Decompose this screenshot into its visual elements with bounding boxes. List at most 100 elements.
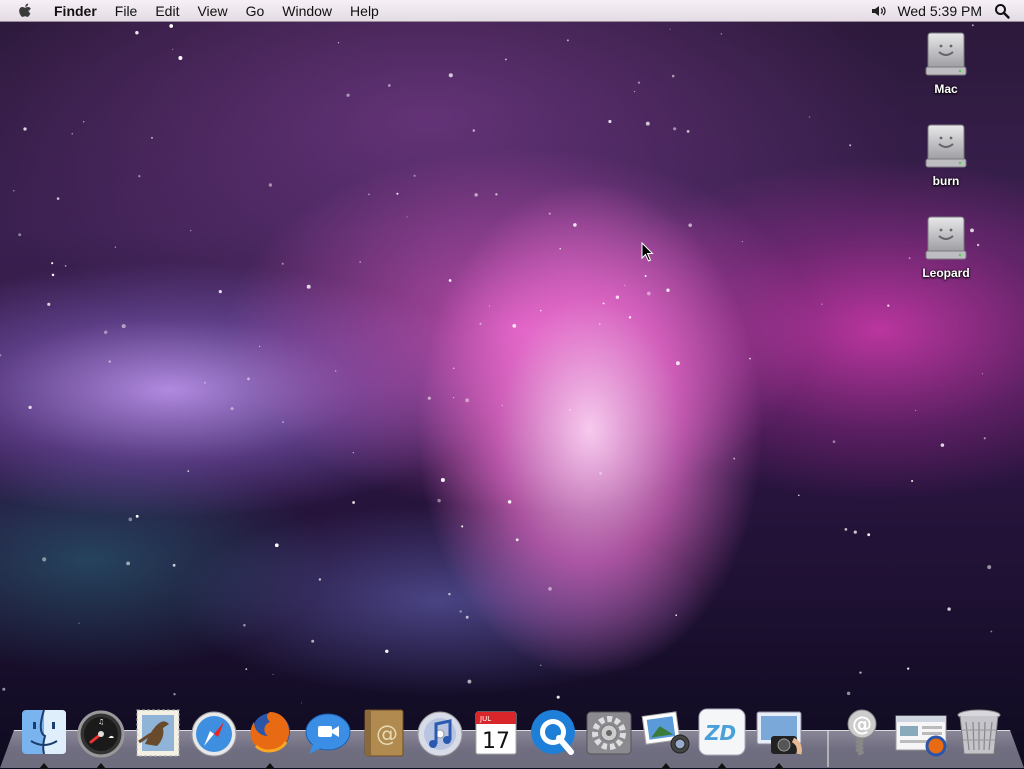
dock-safari[interactable] <box>188 706 240 764</box>
star <box>675 614 678 617</box>
running-indicator <box>265 763 275 769</box>
dock-itunes[interactable] <box>414 706 466 764</box>
dock-photo-booth[interactable] <box>753 706 805 769</box>
star <box>352 452 354 454</box>
desktop-icon-label: Leopard <box>922 266 970 280</box>
running-indicator <box>661 763 671 769</box>
star <box>488 305 491 307</box>
star <box>673 127 677 131</box>
star <box>688 223 692 227</box>
star <box>318 578 322 581</box>
star <box>507 500 512 504</box>
star <box>556 695 560 699</box>
star <box>887 304 890 307</box>
star <box>832 440 836 444</box>
star <box>18 233 22 237</box>
dock-downloads-stack[interactable] <box>894 706 947 764</box>
star <box>51 273 55 277</box>
menu-finder[interactable]: Finder <box>54 0 106 22</box>
star <box>474 193 478 197</box>
dock-iphoto[interactable] <box>640 706 692 769</box>
speaker-icon[interactable] <box>871 3 889 19</box>
dock-divider[interactable] <box>827 731 829 767</box>
star <box>282 421 284 423</box>
menu-go[interactable]: Go <box>237 0 274 22</box>
star <box>646 291 651 296</box>
star <box>230 407 234 411</box>
star <box>258 345 261 348</box>
star <box>245 668 248 670</box>
desktop-icon-leopard[interactable]: Leopard <box>901 214 991 280</box>
star <box>440 477 445 483</box>
menubar-clock[interactable]: Wed 5:39 PM <box>889 3 994 19</box>
star <box>448 592 451 596</box>
star <box>914 409 917 412</box>
menu-help[interactable]: Help <box>341 0 388 22</box>
star <box>108 360 111 363</box>
star <box>352 501 355 504</box>
star <box>243 623 246 627</box>
desktop-icon-burn[interactable]: burn <box>901 122 991 188</box>
star <box>51 262 54 265</box>
star <box>172 563 176 567</box>
star <box>413 174 416 177</box>
dock-zd[interactable]: ZD <box>696 706 748 769</box>
star <box>23 127 27 131</box>
dock-mail-stack[interactable]: @ <box>836 706 888 764</box>
star <box>859 671 862 674</box>
star <box>42 557 47 562</box>
star <box>472 129 476 132</box>
star <box>387 84 391 87</box>
ichat-bubble-icon <box>305 713 351 754</box>
star <box>608 119 612 124</box>
running-indicator <box>96 763 106 769</box>
dock-finder[interactable] <box>18 706 70 769</box>
wallpaper-stars <box>0 24 993 704</box>
menu-window[interactable]: Window <box>273 0 341 22</box>
star <box>187 470 190 472</box>
star <box>467 679 472 684</box>
dock-ichat[interactable] <box>301 706 353 764</box>
apple-icon[interactable] <box>18 1 38 21</box>
svg-text:@: @ <box>376 722 398 747</box>
menu-view[interactable]: View <box>188 0 236 22</box>
menu-file[interactable]: File <box>106 0 147 22</box>
dock-quicktime[interactable] <box>527 706 579 764</box>
star <box>448 279 452 282</box>
dock-dashboard[interactable]: ♫ ☁ <box>75 706 127 769</box>
ical-calendar-icon: JUL 17 <box>475 711 517 755</box>
firefox-icon <box>250 712 290 753</box>
star <box>867 533 871 537</box>
star <box>846 691 851 696</box>
desktop-icon-mac[interactable]: Mac <box>901 30 991 96</box>
star <box>453 367 455 369</box>
star <box>720 33 723 35</box>
star <box>300 702 303 704</box>
mouse-pointer-icon <box>641 242 654 262</box>
star <box>669 28 671 30</box>
star <box>56 197 60 200</box>
magnifier-icon[interactable] <box>994 1 1014 21</box>
safari-compass-icon <box>191 711 237 757</box>
dock-mail[interactable] <box>131 706 183 764</box>
star <box>479 322 482 325</box>
menu-edit[interactable]: Edit <box>146 0 188 22</box>
address-book-icon: @ <box>364 709 404 757</box>
star <box>907 667 910 670</box>
star <box>548 212 551 215</box>
star <box>178 56 183 60</box>
star <box>540 664 542 666</box>
dock-firefox[interactable] <box>244 706 296 769</box>
dock-address-book[interactable]: @ <box>357 706 409 764</box>
star <box>47 302 51 306</box>
dock-trash[interactable] <box>953 706 1005 764</box>
ical-month: JUL <box>479 715 491 723</box>
star <box>504 58 507 61</box>
star <box>128 517 133 522</box>
star <box>13 190 15 192</box>
dock-ical[interactable]: JUL 17 <box>470 706 522 764</box>
dock-system-preferences[interactable] <box>583 706 635 764</box>
star <box>126 561 131 566</box>
quicktime-icon <box>531 710 575 755</box>
star <box>437 498 441 503</box>
